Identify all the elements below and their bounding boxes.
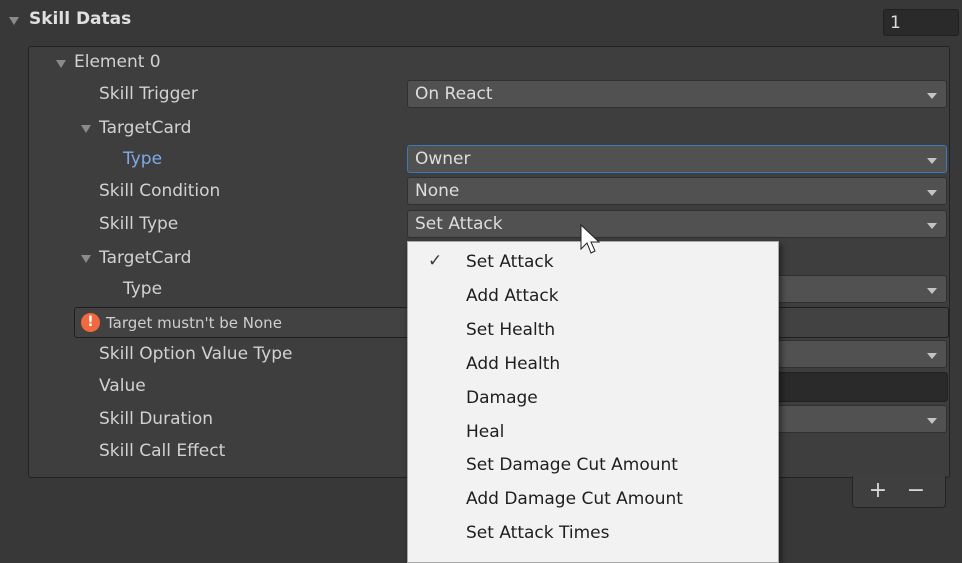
option-label: Add Health (466, 354, 561, 374)
skill-type-value: Set Attack (415, 214, 503, 234)
value-label: Value (99, 376, 146, 396)
skill-condition-dropdown[interactable]: None (407, 177, 947, 205)
element-0-title[interactable]: Element 0 (74, 52, 161, 72)
target-card-2-label[interactable]: TargetCard (99, 248, 191, 268)
option-label: Set Damage Cut Amount (466, 455, 678, 475)
option-label: Set Attack Times (466, 523, 610, 543)
target-type-value: Owner (415, 149, 471, 169)
warning-message: Target mustn't be None (106, 314, 282, 332)
option-item[interactable]: Add Health (408, 349, 778, 382)
skill-condition-label: Skill Condition (99, 181, 221, 201)
skill-datas-title[interactable]: Skill Datas (29, 9, 131, 29)
array-size-field[interactable]: 1 (883, 9, 959, 36)
option-label: Add Damage Cut Amount (466, 489, 683, 509)
skill-type-options-popup: ✓ Set Attack Add Attack Set Health Add H… (407, 241, 779, 563)
skill-call-effect-label: Skill Call Effect (99, 441, 226, 461)
value-input[interactable] (770, 372, 948, 402)
mouse-cursor-icon (580, 224, 601, 254)
dropdown-arrow-icon (927, 190, 937, 196)
option-item[interactable]: Set Health (408, 315, 778, 348)
target-card-foldout-icon[interactable] (81, 125, 91, 133)
option-label: Damage (466, 388, 538, 408)
checkmark-icon: ✓ (428, 251, 443, 271)
dropdown-arrow-icon (927, 93, 937, 99)
warning-icon: ! (81, 313, 100, 332)
skill-condition-value: None (415, 181, 460, 201)
element-0-foldout-icon[interactable] (56, 60, 66, 68)
target-card-label[interactable]: TargetCard (99, 118, 191, 138)
option-item[interactable]: Damage (408, 383, 778, 416)
remove-element-button[interactable]: − (903, 477, 929, 505)
dropdown-arrow-icon (927, 158, 937, 164)
option-item[interactable]: Set Damage Cut Amount (408, 450, 778, 483)
dropdown-arrow-icon (927, 223, 937, 229)
option-item[interactable]: Add Damage Cut Amount (408, 484, 778, 517)
skill-option-value-type-label: Skill Option Value Type (99, 344, 293, 364)
skill-type-dropdown[interactable]: Set Attack (407, 210, 947, 238)
option-label: Set Health (466, 320, 556, 340)
array-size-value: 1 (890, 13, 901, 33)
option-item[interactable]: Set Attack Times (408, 518, 778, 551)
option-label: Set Attack (466, 252, 554, 272)
skill-trigger-value: On React (415, 84, 493, 104)
skill-type-label: Skill Type (99, 214, 179, 234)
target-type-dropdown[interactable]: Owner (407, 145, 947, 173)
target-type-label: Type (123, 149, 163, 169)
dropdown-arrow-icon (927, 353, 937, 359)
target-type-2-label: Type (123, 279, 163, 299)
skill-datas-foldout-icon[interactable] (9, 17, 19, 25)
option-item[interactable]: Add Attack (408, 281, 778, 314)
dropdown-arrow-icon (927, 288, 937, 294)
option-label: Heal (466, 422, 505, 442)
list-add-remove-buttons: + − (852, 476, 946, 508)
dropdown-arrow-icon (927, 418, 937, 424)
option-label: Add Attack (466, 286, 559, 306)
skill-trigger-dropdown[interactable]: On React (407, 80, 947, 108)
skill-trigger-label: Skill Trigger (99, 84, 198, 104)
skill-duration-label: Skill Duration (99, 409, 214, 429)
option-item[interactable]: Heal (408, 417, 778, 450)
add-element-button[interactable]: + (865, 477, 891, 505)
target-card-2-foldout-icon[interactable] (81, 255, 91, 263)
